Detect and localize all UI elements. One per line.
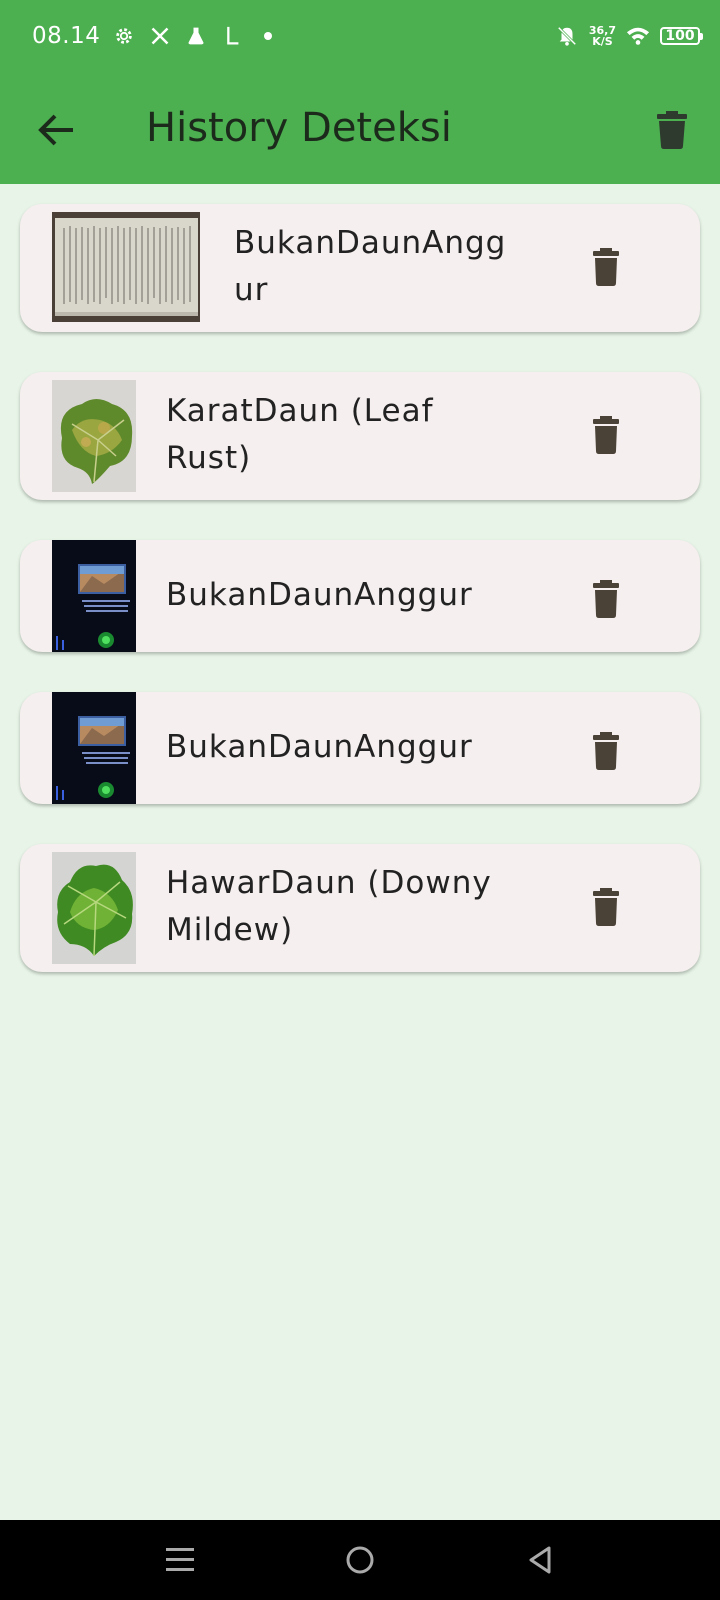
thumbnail-leaf-rust — [52, 380, 136, 492]
delete-item-button[interactable] — [586, 884, 626, 930]
history-item[interactable]: HawarDaun (Downy Mildew) — [20, 844, 700, 972]
battery-icon: 100 — [660, 27, 703, 45]
label-line: Rust) — [166, 440, 252, 476]
flask-icon — [184, 24, 208, 48]
history-item-label: BukanDaunAngg ur — [234, 220, 506, 314]
page-title: History Deteksi — [146, 105, 452, 151]
gear-icon — [112, 24, 136, 48]
label-line: KaratDaun (Leaf — [166, 393, 434, 429]
trash-icon — [657, 111, 687, 149]
home-icon — [346, 1546, 374, 1574]
recent-apps-button[interactable] — [158, 1538, 202, 1582]
status-right: 36,7 K/S 100 — [555, 18, 703, 54]
history-item[interactable]: BukanDaunAnggur — [20, 540, 700, 652]
menu-icon — [166, 1548, 194, 1571]
bell-off-icon — [555, 24, 579, 48]
label-line: BukanDaunAnggur — [166, 577, 473, 613]
thumbnail-laptop — [52, 692, 136, 804]
history-item[interactable]: BukanDaunAngg ur — [20, 204, 700, 332]
system-back-button[interactable] — [518, 1538, 562, 1582]
history-item[interactable]: BukanDaunAnggur — [20, 692, 700, 804]
arrow-left-icon — [38, 114, 73, 146]
network-speed: 36,7 K/S — [589, 25, 616, 47]
thumbnail-document — [52, 212, 200, 322]
l-icon — [220, 24, 244, 48]
label-line: HawarDaun (Downy — [166, 865, 492, 901]
delete-item-button[interactable] — [586, 576, 626, 622]
status-time: 08.14 — [32, 23, 101, 49]
thumbnail-laptop — [52, 540, 136, 652]
history-item-label: KaratDaun (Leaf Rust) — [166, 388, 434, 482]
label-line: BukanDaunAngg — [234, 225, 507, 261]
thumbnail-leaf-mildew — [52, 852, 136, 964]
system-nav-bar — [0, 1520, 720, 1600]
speed-unit: K/S — [592, 35, 613, 48]
home-button[interactable] — [338, 1538, 382, 1582]
trash-icon — [593, 248, 619, 286]
delete-all-button[interactable] — [648, 106, 696, 154]
trash-icon — [593, 580, 619, 618]
back-triangle-icon — [529, 1546, 551, 1574]
trash-icon — [593, 416, 619, 454]
dot-icon — [256, 24, 280, 48]
status-bar: 08.14 36,7 K/S 100 — [0, 0, 720, 72]
delete-item-button[interactable] — [586, 728, 626, 774]
delete-item-button[interactable] — [586, 412, 626, 458]
back-button[interactable] — [32, 106, 80, 154]
status-left: 08.14 — [32, 22, 280, 50]
label-line: Mildew) — [166, 912, 294, 948]
wifi-icon — [626, 24, 650, 48]
label-line: BukanDaunAnggur — [166, 729, 473, 765]
app-bar: History Deteksi — [0, 72, 720, 184]
trash-icon — [593, 888, 619, 926]
delete-item-button[interactable] — [586, 244, 626, 290]
history-item-label: BukanDaunAnggur — [166, 572, 473, 619]
x-logo-icon — [148, 24, 172, 48]
history-item[interactable]: KaratDaun (Leaf Rust) — [20, 372, 700, 500]
history-item-label: HawarDaun (Downy Mildew) — [166, 860, 492, 954]
history-item-label: BukanDaunAnggur — [166, 724, 473, 771]
trash-icon — [593, 732, 619, 770]
label-line: ur — [234, 272, 269, 308]
